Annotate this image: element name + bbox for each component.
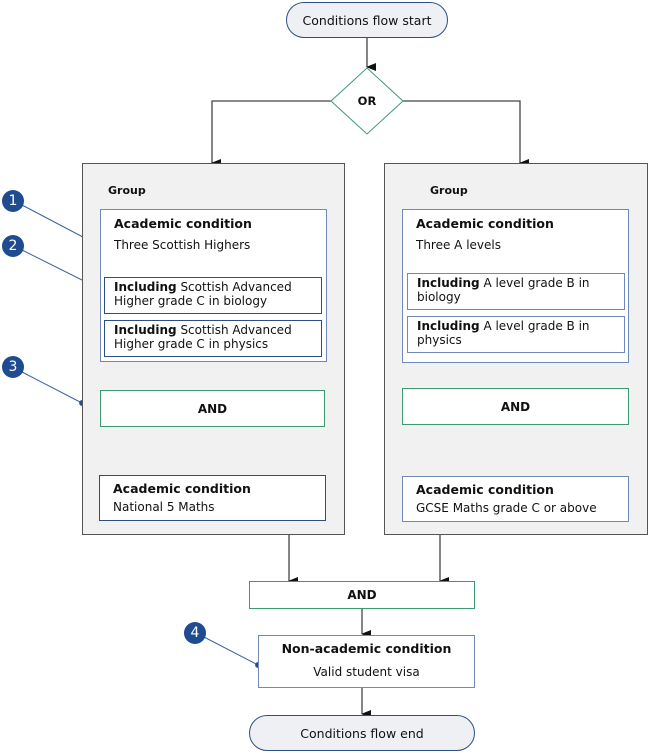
callout-badge-4: 4 — [184, 622, 206, 644]
right-and-gate: AND — [402, 388, 629, 425]
callout-badge-3: 3 — [2, 356, 24, 378]
left-second-condition-text: National 5 Maths — [113, 500, 215, 514]
left-including-biology: Including Scottish Advanced Higher grade… — [104, 277, 322, 314]
non-academic-condition: Non-academic condition Valid student vis… — [258, 635, 475, 688]
callout-badge-1: 1 — [2, 190, 24, 212]
callout-4-leader — [203, 636, 259, 666]
right-group-label: Group — [430, 184, 468, 197]
right-second-condition: Academic condition GCSE Maths grade C or… — [402, 476, 629, 522]
callout-3-leader — [21, 371, 83, 404]
flow-end: Conditions flow end — [249, 715, 475, 751]
left-group-label: Group — [108, 184, 146, 197]
non-academic-text: Valid student visa — [313, 665, 420, 679]
right-including-biology: Including A level grade B in biology — [407, 273, 625, 310]
callout-badge-2: 2 — [2, 235, 24, 257]
left-second-condition-title: Academic condition — [113, 481, 251, 496]
left-including-physics: Including Scottish Advanced Higher grade… — [104, 320, 322, 357]
non-academic-title: Non-academic condition — [281, 641, 452, 656]
or-gate-label: OR — [357, 94, 377, 108]
right-second-condition-title: Academic condition — [416, 482, 554, 497]
connector-or-left — [211, 100, 331, 167]
right-condition-title: Academic condition — [416, 216, 554, 231]
left-condition-text: Three Scottish Highers — [114, 238, 251, 252]
right-second-condition-text: GCSE Maths grade C or above — [416, 501, 597, 515]
right-including-physics: Including A level grade B in physics — [407, 316, 625, 353]
including-keyword: Including — [417, 276, 480, 290]
including-keyword: Including — [114, 280, 177, 294]
flow-start: Conditions flow start — [286, 2, 448, 38]
including-keyword: Including — [114, 323, 177, 337]
right-condition-text: Three A levels — [416, 238, 501, 252]
left-second-condition: Academic condition National 5 Maths — [99, 475, 326, 521]
including-keyword: Including — [417, 319, 480, 333]
connector-or-right — [403, 100, 529, 167]
left-and-gate: AND — [100, 390, 325, 427]
left-condition-title: Academic condition — [114, 216, 252, 231]
join-and-gate: AND — [249, 581, 475, 609]
